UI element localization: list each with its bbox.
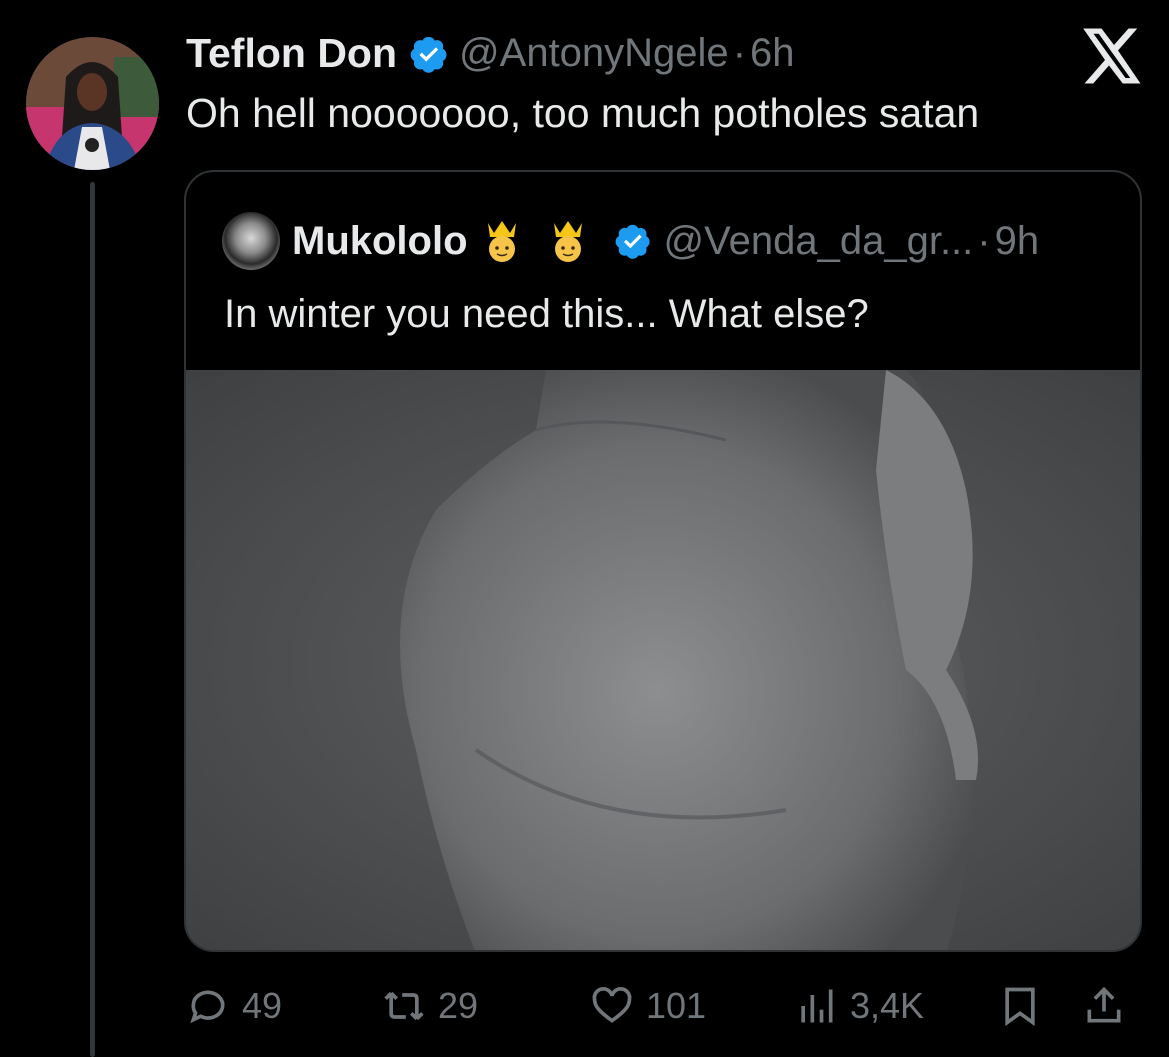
retweet-count: 29	[438, 985, 479, 1026]
reply-icon	[190, 990, 225, 1024]
author-avatar[interactable]	[26, 37, 159, 170]
verified-badge-icon	[615, 224, 650, 259]
verified-badge-icon	[410, 36, 447, 73]
tweet-timestamp[interactable]: 6h	[750, 31, 795, 76]
tweet-actions: 49 29 101 3,4K	[186, 978, 1136, 1034]
separator-dot: ·	[977, 218, 991, 263]
quoted-tweet-photo[interactable]	[186, 370, 1140, 950]
views-chart-icon	[801, 989, 833, 1023]
author-handle[interactable]: @AntonyNgele	[459, 31, 729, 76]
retweet-icon	[384, 991, 424, 1021]
thread-line	[90, 182, 95, 1057]
quoted-tweet-text: In winter you need this... What else?	[224, 292, 869, 336]
like-button[interactable]: 101	[590, 978, 706, 1034]
separator-dot: ·	[732, 31, 747, 75]
quoted-tweet-header: Mukololo @Venda_da_gr... · 9h	[222, 212, 1039, 270]
views-count: 3,4K	[850, 985, 925, 1026]
quoted-author-handle: @Venda_da_gr...	[663, 218, 974, 263]
share-button[interactable]	[1082, 978, 1126, 1034]
quoted-author-name: Mukololo	[292, 218, 468, 263]
heart-icon	[592, 987, 632, 1023]
x-logo-icon	[1083, 28, 1141, 84]
share-icon	[1087, 986, 1121, 1023]
views-button[interactable]: 3,4K	[794, 978, 924, 1034]
like-count: 101	[646, 985, 707, 1026]
retweet-button[interactable]: 29	[382, 978, 478, 1034]
reply-count: 49	[242, 985, 283, 1026]
prince-emoji-icon	[553, 221, 582, 262]
quoted-tweet[interactable]: Mukololo @Venda_da_gr... · 9h In winter …	[184, 170, 1142, 952]
quoted-tweet-timestamp: 9h	[994, 218, 1040, 263]
bookmark-button[interactable]	[998, 978, 1042, 1034]
tweet[interactable]: Teflon Don @AntonyNgele · 6h Oh hell noo…	[0, 0, 1169, 1057]
tweet-text: Oh hell nooooooo, too much potholes sata…	[186, 90, 980, 136]
author-name[interactable]: Teflon Don	[186, 30, 397, 77]
tweet-header: Teflon Don @AntonyNgele · 6h	[186, 30, 795, 77]
prince-emoji-icon	[487, 221, 516, 262]
bookmark-icon	[1005, 987, 1035, 1027]
quoted-author-avatar	[222, 212, 280, 270]
reply-button[interactable]: 49	[186, 978, 282, 1034]
